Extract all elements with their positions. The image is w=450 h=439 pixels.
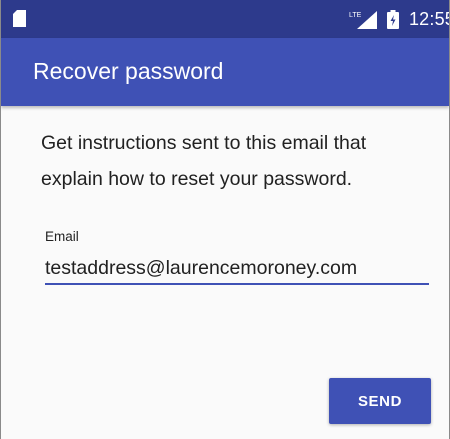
send-button[interactable]: SEND <box>329 378 431 424</box>
status-bar: LTE 12:55 <box>1 0 449 38</box>
recover-password-screen: LTE 12:55 Recover password Get instructi… <box>0 0 450 439</box>
page-title: Recover password <box>33 58 224 84</box>
battery-charging-icon <box>386 9 399 29</box>
sim-card-icon <box>13 10 26 27</box>
email-field-label: Email <box>45 229 79 244</box>
email-field[interactable]: testaddress@laurencemoroney.com <box>45 257 357 280</box>
clock: 12:55 <box>408 8 449 29</box>
instructions-text: Get instructions sent to this email that… <box>41 132 367 190</box>
app-bar: Recover password <box>1 38 449 106</box>
status-icons: LTE 12:55 <box>349 0 449 38</box>
network-type-label: LTE <box>349 12 362 19</box>
email-field-underline <box>45 283 429 285</box>
lte-signal-icon: LTE <box>349 11 377 29</box>
